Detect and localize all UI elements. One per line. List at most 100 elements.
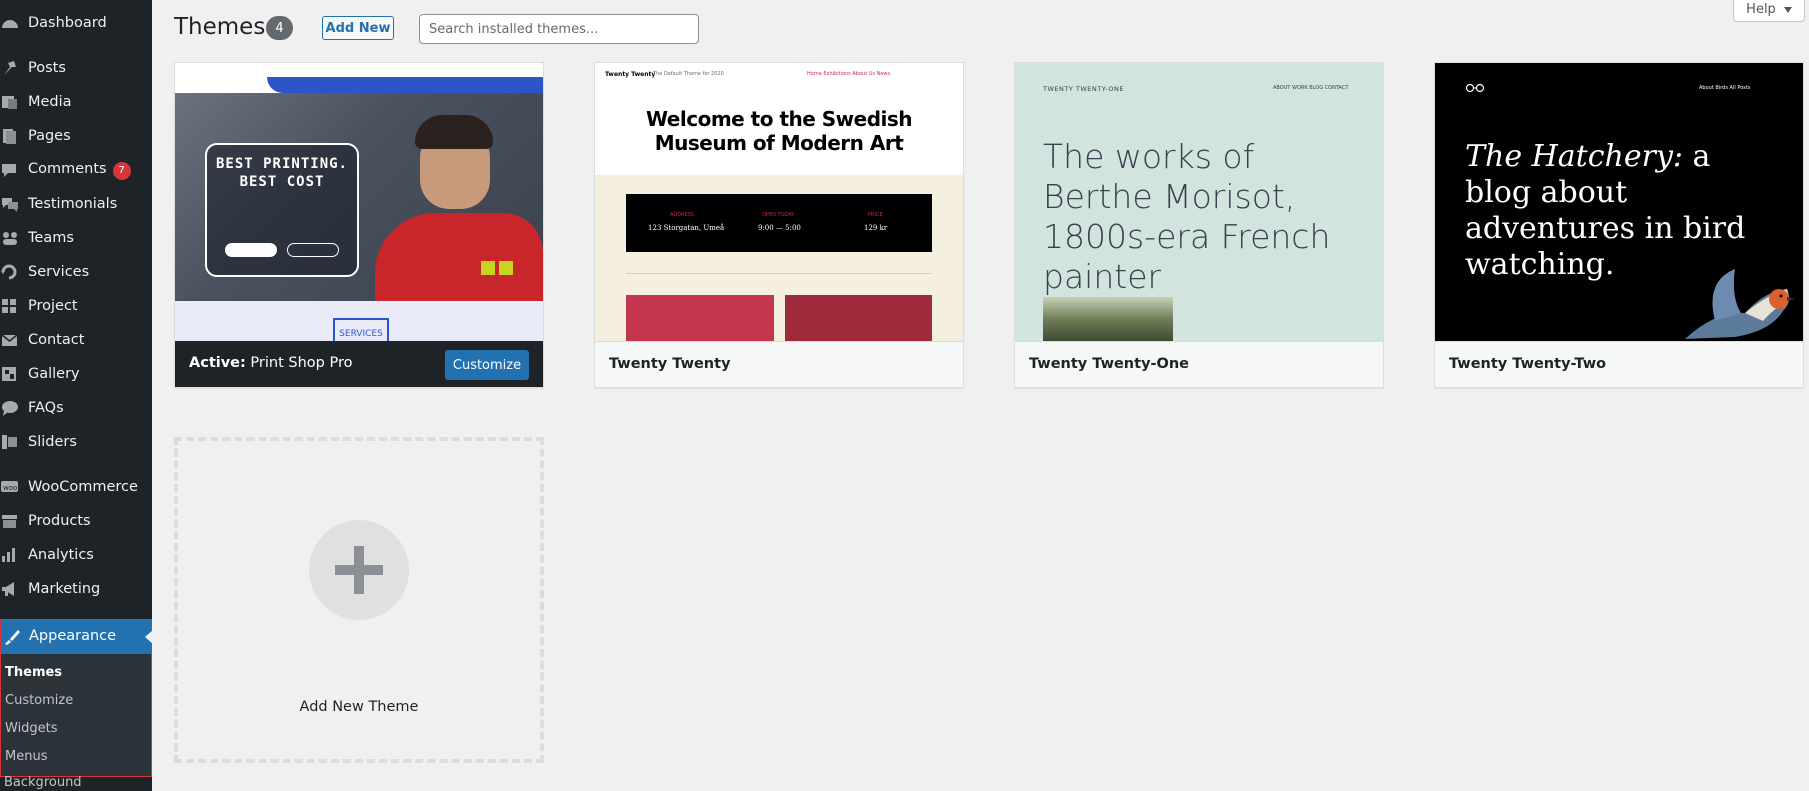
sidebar-item-label: Comments: [28, 160, 107, 177]
theme-name: Active: Print Shop Pro: [189, 355, 352, 371]
theme-screenshot[interactable]: Twenty Twenty The Default Theme for 2020…: [595, 63, 963, 341]
theme-name: Twenty Twenty-One: [1029, 356, 1190, 372]
submenu-item-customize[interactable]: Customize: [5, 693, 73, 708]
submenu-item-themes[interactable]: Themes: [5, 665, 62, 680]
theme-name-bar: Twenty Twenty: [595, 341, 963, 387]
theme-card-twenty-twenty[interactable]: Twenty Twenty The Default Theme for 2020…: [594, 62, 964, 388]
sidebar-item-appearance[interactable]: Appearance: [1, 620, 153, 654]
current-menu-arrow-icon: [145, 630, 153, 644]
screenshot-person: [375, 213, 543, 303]
screenshot-tagline: The Default Theme for 2020: [653, 71, 724, 77]
theme-card-twenty-twenty-one[interactable]: TWENTY TWENTY-ONE ABOUT WORK BLOG CONTAC…: [1014, 62, 1384, 388]
info-value: 9:00 — 5:00: [758, 224, 801, 232]
active-theme-name: Print Shop Pro: [250, 355, 353, 371]
dashboard-icon: [2, 20, 18, 28]
screenshot-title-italic: The Hatchery:: [1465, 139, 1683, 174]
theme-card-twenty-twenty-two[interactable]: About Birds All Posts The Hatchery: a bl…: [1434, 62, 1804, 388]
screenshot-contact-btn: [225, 243, 277, 257]
sidebar-item-testimonials[interactable]: Testimonials: [0, 187, 152, 221]
comment-icon: [2, 164, 16, 177]
screenshot-menu: About Birds All Posts: [1699, 85, 1751, 91]
admin-sidebar: Dashboard Posts Media Pages Comments 7 Te…: [0, 0, 153, 791]
woocommerce-icon: woo: [1, 481, 18, 492]
sidebar-item-products[interactable]: Products: [0, 504, 152, 538]
sidebar-item-label: Contact: [28, 332, 85, 348]
sidebar-item-label: Pages: [28, 128, 71, 144]
sidebar-item-label: Gallery: [28, 366, 80, 382]
info-value: 123 Storgatan, Umeå: [648, 224, 725, 232]
sidebar-item-gallery[interactable]: Gallery: [0, 357, 152, 391]
add-new-button[interactable]: Add New: [322, 16, 394, 40]
info-head: PRICE: [868, 212, 883, 218]
screenshot-services-heading: SERVICES: [333, 318, 389, 341]
sidebar-item-teams[interactable]: Teams: [0, 221, 152, 255]
sidebar-item-label: Sliders: [28, 434, 77, 450]
theme-screenshot[interactable]: BEST PRINTING. BEST COST SERVICES: [175, 63, 543, 341]
sidebar-item-pages[interactable]: Pages: [0, 119, 152, 153]
sidebar-item-services[interactable]: Services: [0, 255, 152, 289]
sidebar-item-contact[interactable]: Contact: [0, 323, 152, 357]
submenu-item-widgets[interactable]: Widgets: [5, 721, 58, 736]
slider-next-icon: [499, 261, 513, 275]
sidebar-item-faqs[interactable]: FAQs: [0, 391, 152, 425]
slides-icon: [2, 435, 17, 449]
sidebar-item-media[interactable]: Media: [0, 85, 152, 119]
glasses-logo-icon: [1465, 83, 1485, 93]
theme-screenshot[interactable]: TWENTY TWENTY-ONE ABOUT WORK BLOG CONTAC…: [1015, 63, 1383, 341]
sidebar-item-label: Marketing: [28, 581, 101, 597]
add-new-theme-card[interactable]: Add New Theme: [174, 437, 544, 763]
sidebar-item-posts[interactable]: Posts: [0, 51, 152, 85]
submenu-item-menus[interactable]: Menus: [5, 749, 47, 764]
theme-name: Twenty Twenty: [609, 356, 731, 372]
theme-screenshot[interactable]: About Birds All Posts The Hatchery: a bl…: [1435, 63, 1803, 341]
sidebar-item-label: Teams: [28, 230, 74, 246]
screenshot-hero-text: BEST PRINTING. BEST COST: [215, 156, 348, 190]
screenshot-logo: Twenty Twenty: [605, 71, 656, 78]
bird-illustration-icon: [1685, 269, 1795, 339]
sidebar-item-label: Products: [28, 513, 91, 529]
sidebar-item-woocommerce[interactable]: woo WooCommerce: [0, 470, 152, 504]
pin-icon: [4, 61, 16, 75]
screenshot-info-box: ADDRESS 123 Storgatan, Umeå OPEN TODAY 9…: [626, 194, 932, 252]
faq-icon: [2, 401, 18, 416]
customize-button[interactable]: Customize: [445, 350, 529, 380]
screenshot-person-hair: [415, 115, 493, 149]
screenshot-about-btn: [287, 243, 339, 257]
testimonial-icon: [2, 198, 18, 212]
sidebar-item-sliders[interactable]: Sliders: [0, 425, 152, 459]
screenshot-title: Welcome to the Swedish Museum of Modern …: [645, 107, 913, 155]
megaphone-icon: [2, 582, 14, 596]
screenshot-header: Twenty Twenty The Default Theme for 2020…: [595, 63, 963, 103]
theme-name: Twenty Twenty-Two: [1449, 356, 1607, 372]
sidebar-item-label: Analytics: [28, 547, 94, 563]
theme-count-badge: 4: [266, 16, 293, 40]
screenshot-nav: [267, 77, 543, 93]
services-icon: [1, 264, 17, 280]
comments-count-badge: 7: [112, 161, 131, 180]
screenshot-site-title: TWENTY TWENTY-ONE: [1043, 85, 1125, 93]
sidebar-item-marketing[interactable]: Marketing: [0, 572, 152, 606]
screenshot-image-right: [785, 295, 932, 341]
info-head: ADDRESS: [670, 212, 695, 218]
page-title: Themes: [174, 14, 266, 40]
page-icon: [3, 129, 16, 144]
sidebar-item-project[interactable]: Project: [0, 289, 152, 323]
sidebar-item-analytics[interactable]: Analytics: [0, 538, 152, 572]
theme-name-bar: Twenty Twenty-One: [1015, 341, 1383, 387]
screenshot-hero-box: BEST PRINTING. BEST COST: [205, 143, 359, 277]
media-icon: [2, 96, 17, 109]
help-button[interactable]: Help: [1733, 0, 1805, 22]
sidebar-item-label: WooCommerce: [28, 479, 138, 495]
sidebar-item-comments[interactable]: Comments 7: [0, 153, 152, 187]
search-input[interactable]: [419, 14, 699, 44]
screenshot-painting: [1043, 297, 1173, 341]
theme-card-active[interactable]: BEST PRINTING. BEST COST SERVICES Active…: [174, 62, 544, 388]
caret-down-icon: [1783, 6, 1792, 13]
sidebar-item-label: Services: [28, 264, 90, 280]
submenu-item-background[interactable]: Background: [4, 775, 82, 790]
add-new-theme-label: Add New Theme: [299, 699, 419, 715]
groups-icon: [3, 232, 17, 245]
sidebar-item-dashboard[interactable]: Dashboard: [0, 6, 152, 40]
email-icon: [1, 334, 18, 346]
help-label: Help: [1746, 2, 1776, 17]
